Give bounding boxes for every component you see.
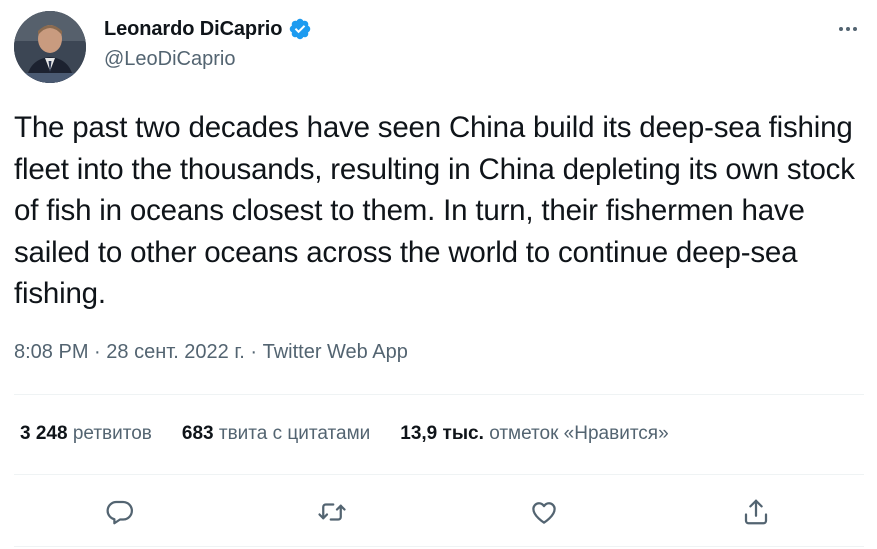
avatar[interactable]: [14, 11, 86, 83]
meta-separator: ·: [250, 341, 258, 363]
share-button[interactable]: [736, 492, 776, 532]
quotes-count: 683: [181, 423, 214, 444]
author-handle[interactable]: @LeoDiCaprio: [104, 48, 235, 71]
like-button[interactable]: [524, 492, 564, 532]
more-options-button[interactable]: [833, 14, 863, 44]
engagement-stats: 3 248 ретвитов 683 твита с цитатами 13,9…: [20, 423, 669, 445]
share-icon: [744, 499, 768, 525]
heart-icon: [532, 502, 556, 524]
tweet-text: The past two decades have seen China bui…: [14, 111, 855, 310]
divider: [14, 546, 864, 547]
retweet-icon: [318, 503, 346, 521]
meta-separator: ·: [94, 341, 101, 363]
divider: [14, 394, 864, 395]
likes-label: отметок «Нравится»: [489, 423, 669, 444]
author-display-name[interactable]: Leonardo DiCaprio: [104, 18, 282, 41]
divider: [14, 474, 864, 475]
quotes-stat[interactable]: 683 твита с цитатами: [182, 423, 370, 445]
retweets-stat[interactable]: 3 248 ретвитов: [20, 423, 152, 445]
tweet-time[interactable]: 8:08 PM: [14, 341, 88, 363]
likes-stat[interactable]: 13,9 тыс. отметок «Нравится»: [400, 423, 668, 445]
more-horizontal-icon: [839, 27, 857, 31]
tweet-actions: [0, 492, 877, 532]
retweets-label: ретвитов: [72, 423, 152, 444]
tweet-metadata: 8:08 PM · 28 сент. 2022 г. · Twitter Web…: [14, 341, 408, 364]
retweets-count: 3 248: [20, 423, 68, 444]
tweet-date[interactable]: 28 сент. 2022 г.: [106, 341, 245, 363]
verified-badge-icon: [288, 17, 312, 41]
reply-button[interactable]: [100, 492, 140, 532]
retweet-button[interactable]: [312, 492, 352, 532]
quotes-label: твита с цитатами: [218, 423, 371, 444]
tweet-source[interactable]: Twitter Web App: [263, 341, 408, 363]
reply-icon: [106, 500, 133, 525]
author-name-row: Leonardo DiCaprio: [104, 17, 312, 41]
likes-count: 13,9 тыс.: [400, 423, 484, 444]
tweet: Leonardo DiCaprio @LeoDiCaprio The past …: [0, 0, 877, 549]
